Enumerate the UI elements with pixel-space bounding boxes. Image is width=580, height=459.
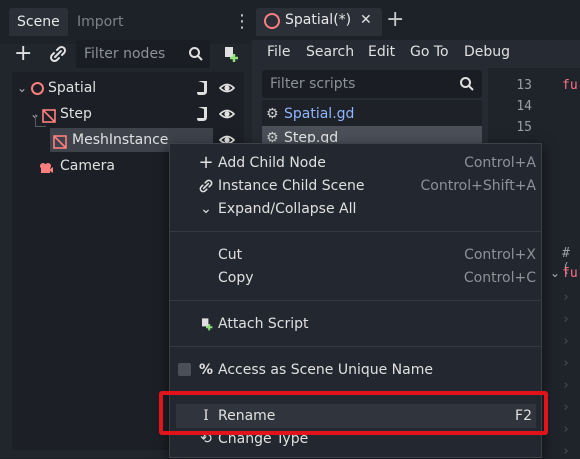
- menu-separator: [170, 346, 541, 347]
- menu-item-attach-script[interactable]: Attach Script: [176, 312, 536, 336]
- menu-item-label: Cut: [218, 247, 243, 263]
- tree-item-label: Camera: [60, 158, 115, 174]
- visibility-eye-icon[interactable]: [218, 80, 236, 96]
- spatial-node-icon: [264, 13, 280, 29]
- checkbox[interactable]: [178, 363, 191, 376]
- tab-label: Spatial(*): [285, 12, 352, 28]
- menu-item-shortcut: Control+Shift+A: [420, 178, 536, 194]
- tree-item-label: Step: [60, 106, 92, 122]
- line-number: 15: [516, 120, 532, 135]
- gear-icon: ⚙: [266, 106, 279, 122]
- add-tab-icon[interactable]: +: [386, 7, 404, 32]
- menu-edit[interactable]: Edit: [368, 44, 395, 60]
- tree-item-step[interactable]: ⌄ Step: [14, 102, 244, 126]
- menu-file[interactable]: File: [267, 44, 290, 60]
- menu-item-cut[interactable]: Cut Control+X: [176, 243, 536, 267]
- fold-arrow-icon[interactable]: ⌄: [550, 266, 560, 280]
- menu-item-unique-name[interactable]: % Access as Scene Unique Name: [176, 358, 536, 382]
- menu-separator: [170, 231, 541, 232]
- menu-item-label: Instance Child Scene: [218, 178, 365, 194]
- tree-item-camera[interactable]: Camera: [14, 154, 174, 178]
- filter-scripts-input[interactable]: Filter scripts: [262, 70, 482, 98]
- visibility-eye-icon[interactable]: [218, 106, 236, 122]
- tab-marker-icon: ›: [562, 312, 570, 327]
- spatial-node-icon: [31, 82, 44, 95]
- mesh-instance-icon: [53, 133, 67, 149]
- line-number: 13: [516, 78, 532, 93]
- menu-item-copy[interactable]: Copy Control+C: [176, 266, 536, 290]
- instance-scene-icon[interactable]: [48, 44, 68, 64]
- tab-import[interactable]: Import: [69, 8, 131, 36]
- script-icon[interactable]: [196, 106, 210, 122]
- code-text: fu: [562, 78, 578, 93]
- collapse-arrow-icon[interactable]: ⌄: [17, 76, 27, 100]
- menu-item-expand-collapse[interactable]: ⌄ Expand/Collapse All: [176, 197, 536, 221]
- tree-item-label: MeshInstance: [72, 132, 169, 148]
- code-text: fu: [562, 266, 578, 281]
- link-icon: [198, 174, 214, 198]
- menu-search[interactable]: Search: [306, 44, 354, 60]
- menu-item-label: Access as Scene Unique Name: [218, 362, 433, 378]
- tree-item-spatial[interactable]: ⌄ Spatial: [14, 76, 244, 100]
- search-icon: [459, 76, 475, 92]
- tree-guide-line: [35, 114, 46, 127]
- attach-script-icon: [198, 312, 214, 336]
- script-icon[interactable]: [196, 80, 210, 96]
- menu-item-label: Expand/Collapse All: [218, 201, 357, 217]
- script-name: Spatial.gd: [284, 106, 355, 122]
- menu-goto[interactable]: Go To: [410, 44, 449, 60]
- menu-debug[interactable]: Debug: [464, 44, 510, 60]
- tab-marker-icon: ›: [562, 378, 570, 393]
- add-node-icon[interactable]: +: [14, 43, 38, 67]
- line-number: 14: [516, 99, 532, 114]
- menu-separator: [170, 300, 541, 301]
- tab-scene[interactable]: Scene: [9, 8, 68, 36]
- script-item-spatial[interactable]: ⚙ Spatial.gd: [262, 102, 482, 126]
- close-tab-icon[interactable]: ✕: [360, 12, 372, 28]
- tab-spatial[interactable]: Spatial(*) ✕: [256, 8, 382, 36]
- tab-marker-icon: ›: [562, 334, 570, 349]
- tree-item-label: Spatial: [48, 80, 97, 96]
- tab-marker-icon: ›: [562, 444, 570, 459]
- menu-item-label: Copy: [218, 270, 254, 286]
- menu-item-shortcut: Control+A: [464, 155, 536, 171]
- tab-marker-icon: ›: [562, 290, 570, 305]
- menu-item-instance-child-scene[interactable]: Instance Child Scene Control+Shift+A: [176, 174, 536, 198]
- tab-marker-icon: ›: [562, 400, 570, 415]
- tab-marker-icon: ›: [562, 422, 570, 437]
- camera-icon: [38, 159, 54, 173]
- menu-item-label: Add Child Node: [218, 155, 326, 171]
- menu-item-label: Attach Script: [218, 316, 309, 332]
- menu-item-shortcut: Control+C: [463, 270, 536, 286]
- percent-icon: %: [198, 362, 214, 378]
- add-icon: +: [198, 152, 214, 173]
- tab-marker-icon: ›: [562, 356, 570, 371]
- menu-item-add-child-node[interactable]: + Add Child Node Control+A: [176, 151, 536, 175]
- dock-menu-icon[interactable]: ⋮: [233, 13, 251, 31]
- search-icon: [188, 46, 204, 62]
- attach-script-icon[interactable]: [220, 44, 240, 64]
- highlight-annotation-box: [159, 391, 548, 435]
- menu-item-shortcut: Control+X: [464, 247, 536, 263]
- chevron-down-icon: ⌄: [200, 201, 212, 217]
